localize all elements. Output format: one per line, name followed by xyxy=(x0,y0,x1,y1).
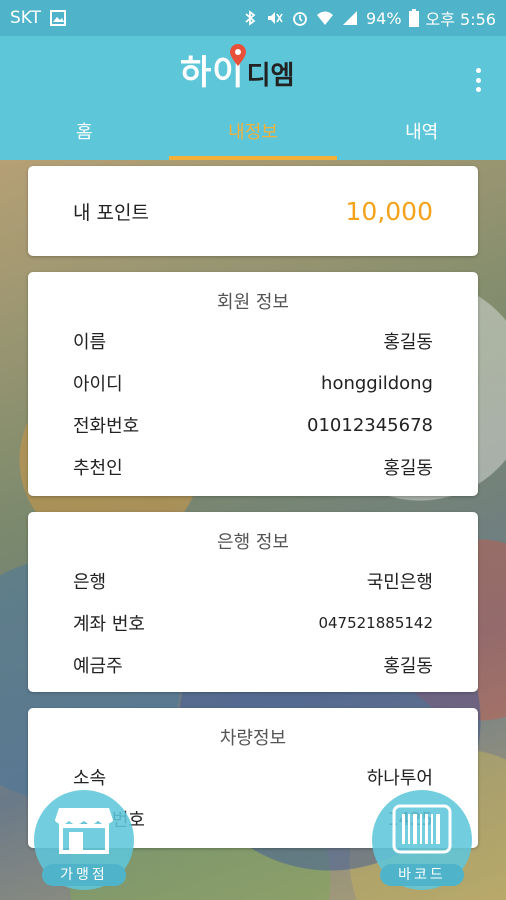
location-pin-icon xyxy=(230,44,246,66)
store-icon xyxy=(55,808,113,854)
store-button-label: 가맹점 xyxy=(42,864,126,886)
row-label: 아이디 xyxy=(73,374,123,395)
bank-row-holder: 예금주 홍길동 xyxy=(28,644,478,686)
row-value: 01012345678 xyxy=(307,414,433,436)
overflow-menu-icon[interactable] xyxy=(474,68,482,92)
bank-info-title: 은행 정보 xyxy=(217,532,289,553)
tab-my-info[interactable]: 내정보 xyxy=(168,106,338,160)
row-value: 홍길동 xyxy=(383,656,433,677)
status-bar: SKT 94% 오후 5:56 xyxy=(0,0,506,36)
bank-row-bank: 은행 국민은행 xyxy=(28,560,478,602)
barcode-button-label: 바코드 xyxy=(380,864,464,886)
tab-home[interactable]: 홈 xyxy=(0,106,169,160)
points-value: 10,000 xyxy=(345,196,433,226)
barcode-button[interactable]: 바코드 xyxy=(372,790,472,890)
member-info-title: 회원 정보 xyxy=(217,292,289,313)
app-logo: 하이 디엠 xyxy=(180,44,294,94)
member-row-referrer: 추천인 홍길동 xyxy=(28,446,478,488)
clock-time: 오후 5:56 xyxy=(425,10,496,29)
row-label: 은행 xyxy=(73,572,107,593)
bluetooth-icon xyxy=(245,10,256,26)
tab-bar: 홈 내정보 내역 xyxy=(0,106,506,160)
row-label: 계좌 번호 xyxy=(73,614,145,635)
row-value: 하나투어 xyxy=(366,768,433,789)
row-value: 홍길동 xyxy=(383,332,433,353)
row-value: honggildong xyxy=(321,372,433,394)
points-card: 내 포인트 10,000 xyxy=(28,166,478,256)
store-button[interactable]: 가맹점 xyxy=(34,790,134,890)
mute-icon xyxy=(267,12,283,24)
alarm-icon xyxy=(293,12,307,26)
bank-row-account: 계좌 번호 047521885142 xyxy=(28,602,478,644)
row-value: 홍길동 xyxy=(383,458,433,479)
wifi-icon xyxy=(316,11,333,25)
points-label: 내 포인트 xyxy=(73,201,149,224)
member-info-card: 회원 정보 이름 홍길동 아이디 honggildong 전화번호 010123… xyxy=(28,272,478,496)
row-label: 전화번호 xyxy=(73,416,140,437)
app-bar: 하이 디엠 홈 내정보 내역 xyxy=(0,36,506,160)
bank-info-card: 은행 정보 은행 국민은행 계좌 번호 047521885142 예금주 홍길동 xyxy=(28,512,478,692)
battery-icon xyxy=(408,9,419,27)
member-row-name: 이름 홍길동 xyxy=(28,320,478,362)
row-value: 047521885142 xyxy=(318,614,433,632)
gallery-notification-icon xyxy=(50,10,67,26)
barcode-icon xyxy=(392,804,452,854)
member-row-phone: 전화번호 01012345678 xyxy=(28,404,478,446)
row-label: 추천인 xyxy=(73,458,123,479)
row-label: 이름 xyxy=(73,332,107,353)
vehicle-info-title: 차량정보 xyxy=(219,728,287,749)
carrier-label: SKT xyxy=(10,8,42,28)
tab-history[interactable]: 내역 xyxy=(337,106,506,160)
row-value: 국민은행 xyxy=(366,572,433,593)
row-label: 소속 xyxy=(73,768,107,789)
logo-text-dm: 디엠 xyxy=(246,61,295,91)
signal-icon xyxy=(342,11,357,25)
member-row-id: 아이디 honggildong xyxy=(28,362,478,404)
battery-percent: 94% xyxy=(365,8,402,28)
row-label: 예금주 xyxy=(73,656,123,677)
